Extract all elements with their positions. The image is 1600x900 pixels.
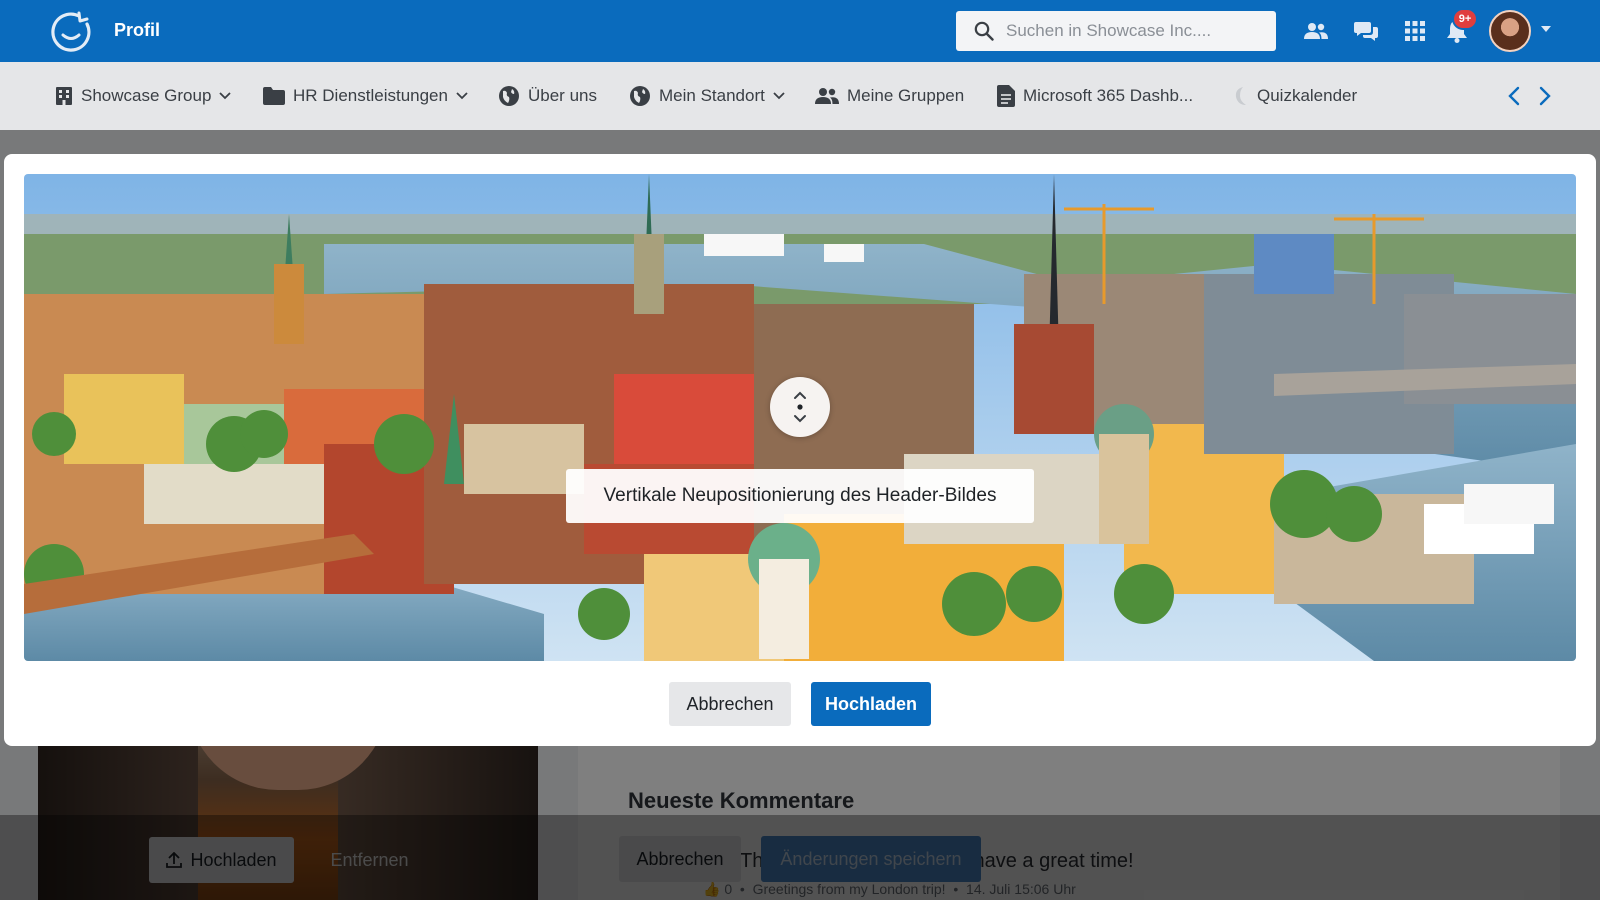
top-bar: Profil 9+ [0, 0, 1600, 62]
bottom-shade [0, 815, 1600, 900]
reposition-hint: Vertikale Neupositionierung des Header-B… [566, 469, 1034, 523]
search-box[interactable] [956, 11, 1276, 51]
vertical-move-icon [794, 391, 806, 423]
nav-item-showcase-group[interactable]: Showcase Group [55, 62, 232, 130]
notification-badge: 9+ [1452, 8, 1478, 30]
chevron-down-icon [456, 92, 468, 100]
nav-bar: Showcase Group HR Dienstleistungen Über … [0, 62, 1600, 130]
nav-item-mein-standort[interactable]: Mein Standort [629, 62, 785, 130]
chevron-right-icon[interactable] [1534, 86, 1554, 106]
upload-button[interactable]: Hochladen [811, 682, 931, 726]
folder-icon [263, 87, 285, 105]
chevron-down-icon [219, 92, 232, 100]
globe-icon [499, 86, 519, 106]
chevron-down-icon[interactable] [1541, 26, 1551, 32]
nav-item-quizkalender[interactable]: Quizkalender [1233, 62, 1357, 130]
globe-icon [630, 86, 650, 106]
nav-item-label: HR Dienstleistungen [293, 86, 448, 105]
people-icon[interactable] [1302, 17, 1330, 45]
nav-item-meine-gruppen[interactable]: Meine Gruppen [815, 62, 964, 130]
chevron-down-icon [773, 92, 785, 100]
nav-item-label: Showcase Group [81, 86, 212, 105]
reposition-handle[interactable] [770, 377, 830, 437]
cancel-button[interactable]: Abbrechen [669, 682, 791, 726]
users-icon [815, 88, 839, 104]
building-icon [56, 87, 72, 105]
chat-icon[interactable] [1352, 17, 1380, 45]
document-icon [997, 85, 1015, 107]
nav-item-label: Mein Standort [659, 86, 765, 105]
nav-item-microsoft-365[interactable]: Microsoft 365 Dashb... [997, 62, 1193, 130]
apps-grid-icon[interactable] [1401, 17, 1429, 45]
avatar[interactable] [1489, 10, 1531, 52]
moon-icon [1235, 87, 1246, 105]
search-icon [974, 21, 994, 41]
chevron-left-icon[interactable] [1505, 86, 1525, 106]
app-logo-icon[interactable] [49, 10, 93, 52]
nav-item-hr-dienstleistungen[interactable]: HR Dienstleistungen [263, 62, 468, 130]
nav-item-label: Meine Gruppen [847, 86, 965, 105]
search-input[interactable] [1006, 11, 1266, 51]
nav-item-label: Microsoft 365 Dashb... [1023, 86, 1194, 105]
app-title: Profil [114, 20, 161, 40]
nav-item-label: Über uns [528, 86, 597, 105]
nav-item-label: Quizkalender [1257, 86, 1358, 105]
nav-item-ueber-uns[interactable]: Über uns [498, 62, 597, 130]
